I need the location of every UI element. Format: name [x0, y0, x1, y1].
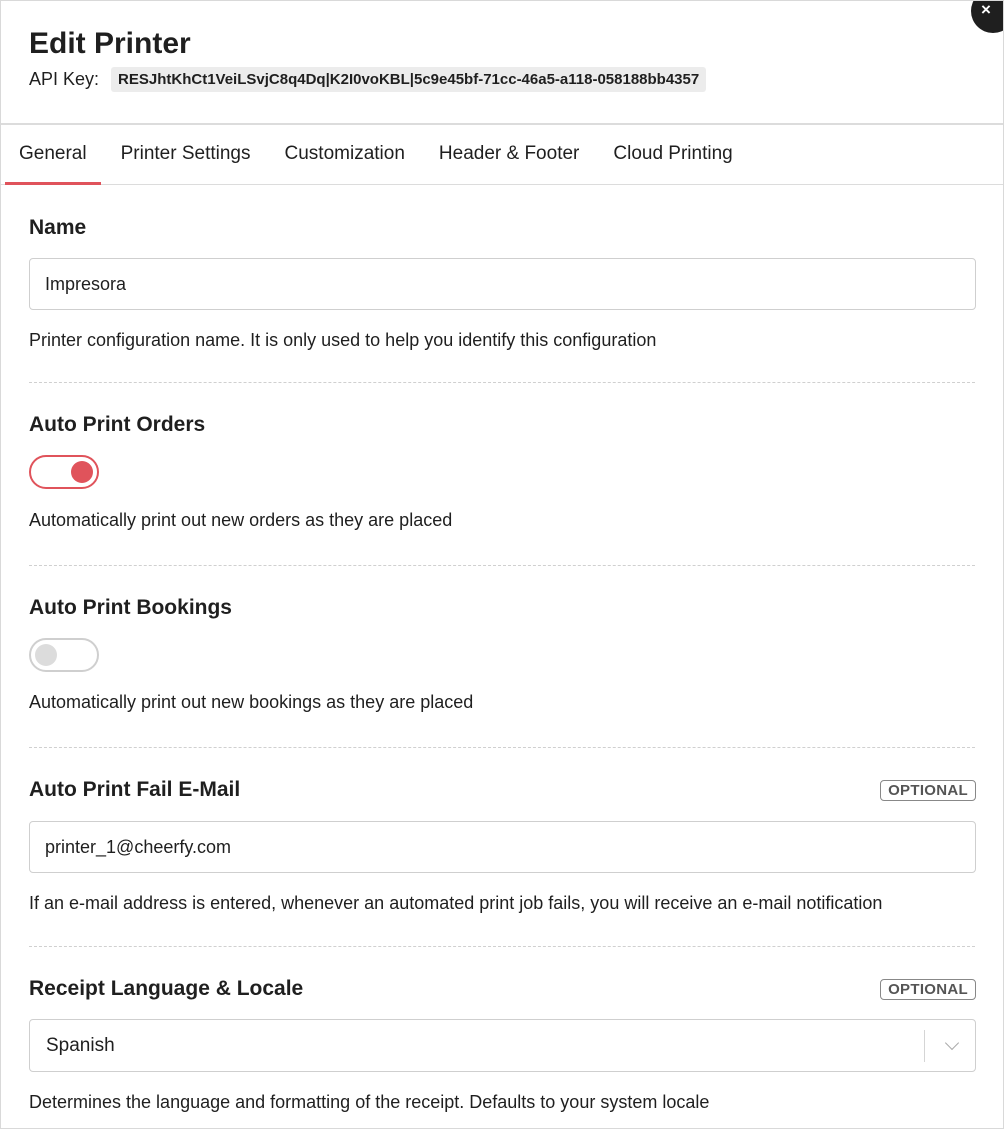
- tab-general[interactable]: General: [5, 125, 101, 185]
- api-key-label: API Key:: [29, 69, 100, 89]
- locale-help: Determines the language and formatting o…: [29, 1092, 710, 1112]
- toggle-knob: [71, 461, 93, 483]
- auto-print-bookings-section: Auto Print Bookings Automatically print …: [29, 566, 975, 748]
- auto-print-orders-toggle[interactable]: [29, 455, 99, 489]
- general-tab-content: Name Printer configuration name. It is o…: [1, 185, 1003, 1128]
- fail-email-input[interactable]: [29, 821, 976, 873]
- auto-print-bookings-title: Auto Print Bookings: [29, 596, 232, 619]
- edit-printer-modal: × Edit Printer API Key: RESJhtKhCt1VeiLS…: [0, 0, 1004, 1129]
- toggle-knob: [35, 644, 57, 666]
- auto-print-bookings-help: Automatically print out new bookings as …: [29, 692, 474, 712]
- chevron-down-icon[interactable]: [944, 1035, 960, 1051]
- auto-print-bookings-toggle[interactable]: [29, 638, 99, 672]
- locale-select[interactable]: Spanish: [29, 1019, 976, 1072]
- name-section: Name Printer configuration name. It is o…: [29, 185, 976, 383]
- tab-printer-settings[interactable]: Printer Settings: [107, 125, 265, 184]
- api-key-row: API Key: RESJhtKhCt1VeiLSvjC8q4Dq|K2I0vo…: [29, 67, 707, 92]
- auto-print-orders-section: Auto Print Orders Automatically print ou…: [29, 383, 975, 566]
- tab-bar: General Printer Settings Customization H…: [1, 125, 1003, 185]
- auto-print-orders-title: Auto Print Orders: [29, 413, 206, 436]
- tab-header-footer[interactable]: Header & Footer: [425, 125, 593, 184]
- name-input[interactable]: [29, 258, 976, 310]
- page-title: Edit Printer: [29, 27, 191, 60]
- select-divider: [924, 1030, 925, 1062]
- locale-section: Receipt Language & Locale OPTIONAL Spani…: [29, 947, 976, 1128]
- name-title: Name: [29, 216, 87, 239]
- locale-selected-value: Spanish: [46, 1035, 115, 1056]
- fail-email-head: Auto Print Fail E-Mail OPTIONAL: [29, 778, 976, 802]
- api-key-value: RESJhtKhCt1VeiLSvjC8q4Dq|K2I0voKBL|5c9e4…: [111, 67, 707, 92]
- locale-head: Receipt Language & Locale OPTIONAL: [29, 977, 976, 1001]
- optional-badge: OPTIONAL: [880, 779, 976, 801]
- locale-title: Receipt Language & Locale: [29, 977, 304, 1000]
- tab-customization[interactable]: Customization: [271, 125, 419, 184]
- fail-email-help: If an e-mail address is entered, wheneve…: [29, 893, 883, 913]
- tab-cloud-printing[interactable]: Cloud Printing: [599, 125, 746, 184]
- auto-print-orders-help: Automatically print out new orders as th…: [29, 510, 453, 530]
- modal-header: Edit Printer API Key: RESJhtKhCt1VeiLSvj…: [1, 1, 1003, 125]
- optional-badge: OPTIONAL: [880, 978, 976, 1000]
- fail-email-section: Auto Print Fail E-Mail OPTIONAL If an e-…: [29, 748, 976, 947]
- fail-email-title: Auto Print Fail E-Mail: [29, 778, 241, 801]
- name-help-text: Printer configuration name. It is only u…: [29, 330, 657, 350]
